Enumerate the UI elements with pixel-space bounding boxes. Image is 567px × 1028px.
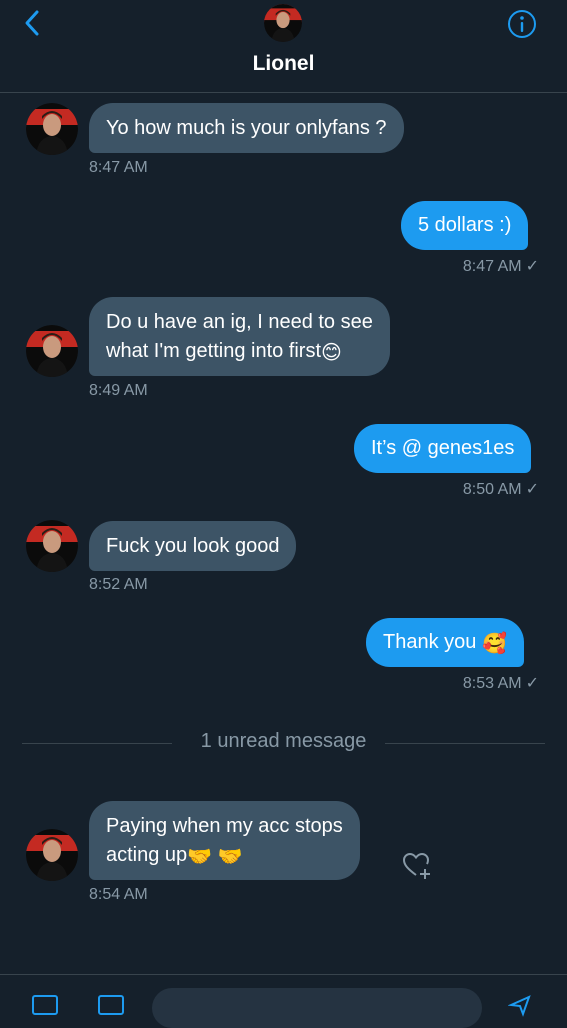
send-button[interactable] <box>507 993 532 1017</box>
message-timestamp: 8:52 AM <box>89 576 148 593</box>
read-check-icon: ✓ <box>525 258 539 275</box>
message-text: Thank you <box>383 631 477 653</box>
contact-name: Lionel <box>252 52 315 75</box>
message-text-line: Do u have an ig, I need to see <box>106 310 373 333</box>
message-bubble[interactable]: Fuck you look good <box>89 521 297 571</box>
send-icon <box>507 995 531 1017</box>
sender-avatar[interactable] <box>26 829 78 881</box>
smiling-face-emoji: 😊 <box>321 341 342 364</box>
message-bubble[interactable]: Paying when my acc stops acting up🤝 🤝 <box>89 801 360 880</box>
message-timestamp: 8:53 AM <box>462 675 522 692</box>
gif-icon[interactable] <box>98 995 124 1015</box>
message-timestamp-row: 8:53 AM ✓ <box>380 673 539 693</box>
message-timestamp: 8:50 AM <box>462 481 522 498</box>
unread-divider: 1 unread message <box>0 730 567 753</box>
message-text: 5 dollars :) <box>418 214 512 236</box>
sender-avatar[interactable] <box>26 103 78 155</box>
message-timestamp: 8:49 AM <box>89 382 148 399</box>
info-icon <box>508 10 536 38</box>
message-timestamp: 8:54 AM <box>89 886 148 903</box>
back-button[interactable] <box>18 8 48 38</box>
avatar-image <box>26 829 78 881</box>
avatar-image <box>26 520 78 572</box>
chevron-left-icon <box>25 10 39 36</box>
message-bubble[interactable]: 5 dollars :) <box>401 201 529 250</box>
sender-avatar[interactable] <box>26 520 78 572</box>
message-text: It’s @ genes1es <box>371 437 515 459</box>
message-text-line: Paying when my acc stops <box>106 814 343 837</box>
message-text-row: Thank you 🥰 <box>383 628 507 657</box>
message-text: Yo how much is your onlyfans ? <box>106 116 387 139</box>
contact-avatar[interactable] <box>264 4 302 42</box>
handshake-emoji: 🤝 🤝 <box>187 845 243 868</box>
message-composer <box>0 974 567 1028</box>
photo-icon[interactable] <box>32 995 58 1015</box>
conversation-header: Lionel <box>0 0 567 93</box>
read-check-icon: ✓ <box>525 481 539 498</box>
message-bubble[interactable]: It’s @ genes1es <box>354 424 532 473</box>
message-text-line: acting up <box>106 843 188 866</box>
message-text-line: what I'm getting into first <box>106 339 322 362</box>
unread-divider-label: 1 unread message <box>190 730 377 752</box>
message-text-line-row: what I'm getting into first😊 <box>106 337 373 366</box>
message-bubble[interactable]: Do u have an ig, I need to see what I'm … <box>89 297 390 376</box>
info-button[interactable] <box>506 8 538 40</box>
sender-avatar[interactable] <box>26 325 78 377</box>
avatar-image <box>26 103 78 155</box>
message-bubble[interactable]: Yo how much is your onlyfans ? <box>89 103 404 153</box>
smiling-hearts-emoji: 🥰 <box>481 633 507 655</box>
message-input[interactable] <box>152 988 482 1028</box>
heart-add-icon <box>402 852 430 879</box>
message-text: Fuck you look good <box>106 534 280 557</box>
message-timestamp-row: 8:50 AM ✓ <box>380 479 539 499</box>
message-timestamp: 8:47 AM <box>462 258 522 275</box>
message-bubble[interactable]: Thank you 🥰 <box>366 618 524 667</box>
message-text-line-row: acting up🤝 🤝 <box>106 841 343 870</box>
message-timestamp-row: 8:47 AM ✓ <box>380 256 539 276</box>
avatar-image <box>26 325 78 377</box>
message-timestamp: 8:47 AM <box>89 159 148 176</box>
avatar-image <box>264 4 302 42</box>
add-reaction-button[interactable] <box>400 848 434 882</box>
read-check-icon: ✓ <box>525 675 539 692</box>
